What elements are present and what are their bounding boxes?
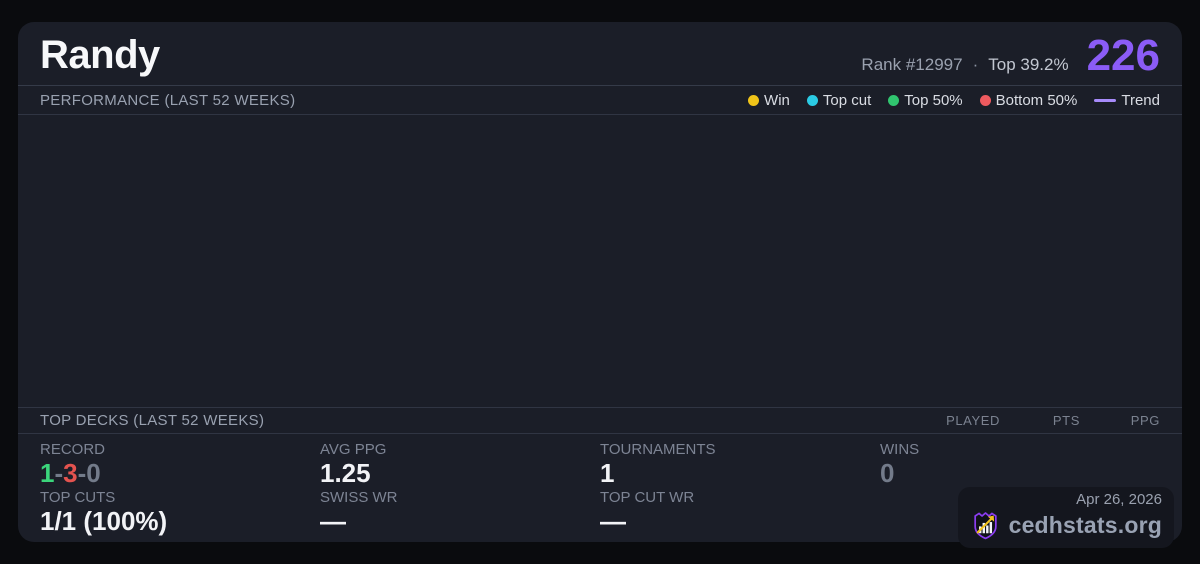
stat-label: SWISS WR bbox=[320, 488, 398, 506]
record-draws: 0 bbox=[86, 458, 101, 488]
stat-avg-ppg: AVG PPG 1.25 bbox=[320, 441, 600, 489]
rank-label: Rank #12997 bbox=[861, 55, 963, 74]
record-wins: 1 bbox=[40, 458, 55, 488]
top-decks-section-title: TOP DECKS (LAST 52 WEEKS) bbox=[40, 412, 265, 429]
player-name: Randy bbox=[40, 33, 160, 77]
stat-label: TOP CUT WR bbox=[600, 488, 695, 506]
footer-cell: Apr 26, 2026 cedhstats.org bbox=[880, 486, 1174, 549]
stat-label: WINS bbox=[880, 441, 920, 458]
card-date: Apr 26, 2026 bbox=[1076, 490, 1162, 508]
score-value: 226 bbox=[1086, 31, 1160, 80]
wins-value: 0 bbox=[880, 458, 895, 488]
legend-label: Trend bbox=[1121, 91, 1160, 109]
chart-legend: Win Top cut Top 50% Bottom 50% Trend bbox=[748, 92, 1160, 109]
swiss-wr-value: — bbox=[320, 505, 346, 536]
top-cut-dot-icon bbox=[806, 94, 818, 106]
site-name: cedhstats.org bbox=[1008, 512, 1162, 539]
legend-item-top-cut: Top cut bbox=[806, 91, 872, 109]
stats-card-page: { "colors": { "page_bg": "#0a0b0e", "car… bbox=[0, 0, 1200, 564]
bottom50-dot-icon bbox=[979, 94, 991, 106]
top-decks-column-headers: PLAYED PTS PPG bbox=[910, 413, 1160, 428]
stat-top-cut-wr: TOP CUT WR — bbox=[600, 489, 880, 549]
legend-label: Top cut bbox=[822, 91, 872, 109]
record-separator: - bbox=[77, 458, 87, 488]
top-decks-section-bar: TOP DECKS (LAST 52 WEEKS) PLAYED PTS PPG bbox=[18, 407, 1182, 434]
stat-top-cuts: TOP CUTS 1/1 (100%) bbox=[40, 489, 320, 549]
legend-item-top50: Top 50% bbox=[888, 91, 963, 109]
record-losses: 3 bbox=[63, 458, 78, 488]
performance-section-bar: PERFORMANCE (LAST 52 WEEKS) Win Top cut … bbox=[18, 86, 1182, 115]
rank-group: Rank #12997 · Top 39.2% bbox=[861, 55, 1068, 75]
legend-label: Win bbox=[764, 91, 790, 109]
stat-swiss-wr: SWISS WR — bbox=[320, 489, 600, 549]
stat-wins: WINS 0 bbox=[880, 441, 1160, 489]
stat-label: TOURNAMENTS bbox=[600, 441, 716, 458]
tournaments-value: 1 bbox=[600, 458, 615, 488]
legend-label: Bottom 50% bbox=[995, 91, 1078, 109]
card-header: Randy Rank #12997 · Top 39.2% 226 bbox=[18, 22, 1182, 86]
column-header-ppg: PPG bbox=[1130, 413, 1160, 428]
column-header-played: PLAYED bbox=[946, 413, 1000, 428]
stat-label: RECORD bbox=[40, 441, 106, 458]
stat-tournaments: TOURNAMENTS 1 bbox=[600, 441, 880, 489]
record-separator: - bbox=[54, 458, 64, 488]
legend-item-win: Win bbox=[748, 92, 790, 109]
top-percent-label: Top 39.2% bbox=[988, 55, 1069, 74]
brand-badge: Apr 26, 2026 cedhstats.org bbox=[957, 486, 1174, 549]
win-dot-icon bbox=[748, 94, 760, 106]
player-stats-card: Randy Rank #12997 · Top 39.2% 226 PERFORMA… bbox=[18, 22, 1182, 549]
top-cut-wr-value: — bbox=[600, 505, 626, 536]
cedhstats-shield-logo-icon bbox=[973, 512, 997, 540]
top50-dot-icon bbox=[888, 94, 900, 106]
stat-label: AVG PPG bbox=[320, 441, 387, 458]
column-header-pts: PTS bbox=[1052, 413, 1080, 428]
stat-label: TOP CUTS bbox=[40, 488, 116, 506]
stats-grid: RECORD 1-3-0 AVG PPG 1.25 TOURNAMENTS 1 … bbox=[18, 434, 1182, 549]
performance-section-title: PERFORMANCE (LAST 52 WEEKS) bbox=[40, 91, 296, 109]
trend-line-icon bbox=[1094, 98, 1117, 102]
legend-item-bottom50: Bottom 50% bbox=[979, 91, 1078, 109]
legend-item-trend: Trend bbox=[1094, 92, 1160, 109]
brand-row: cedhstats.org bbox=[970, 510, 1162, 541]
rank-separator: · bbox=[972, 55, 979, 74]
legend-label: Top 50% bbox=[904, 91, 963, 109]
header-right: Rank #12997 · Top 39.2% 226 bbox=[861, 31, 1160, 80]
record-value: 1-3-0 bbox=[40, 458, 320, 489]
performance-chart-area bbox=[18, 115, 1182, 407]
top-cuts-value: 1/1 (100%) bbox=[40, 505, 168, 536]
stat-record: RECORD 1-3-0 bbox=[40, 441, 320, 489]
avg-ppg-value: 1.25 bbox=[320, 458, 371, 488]
